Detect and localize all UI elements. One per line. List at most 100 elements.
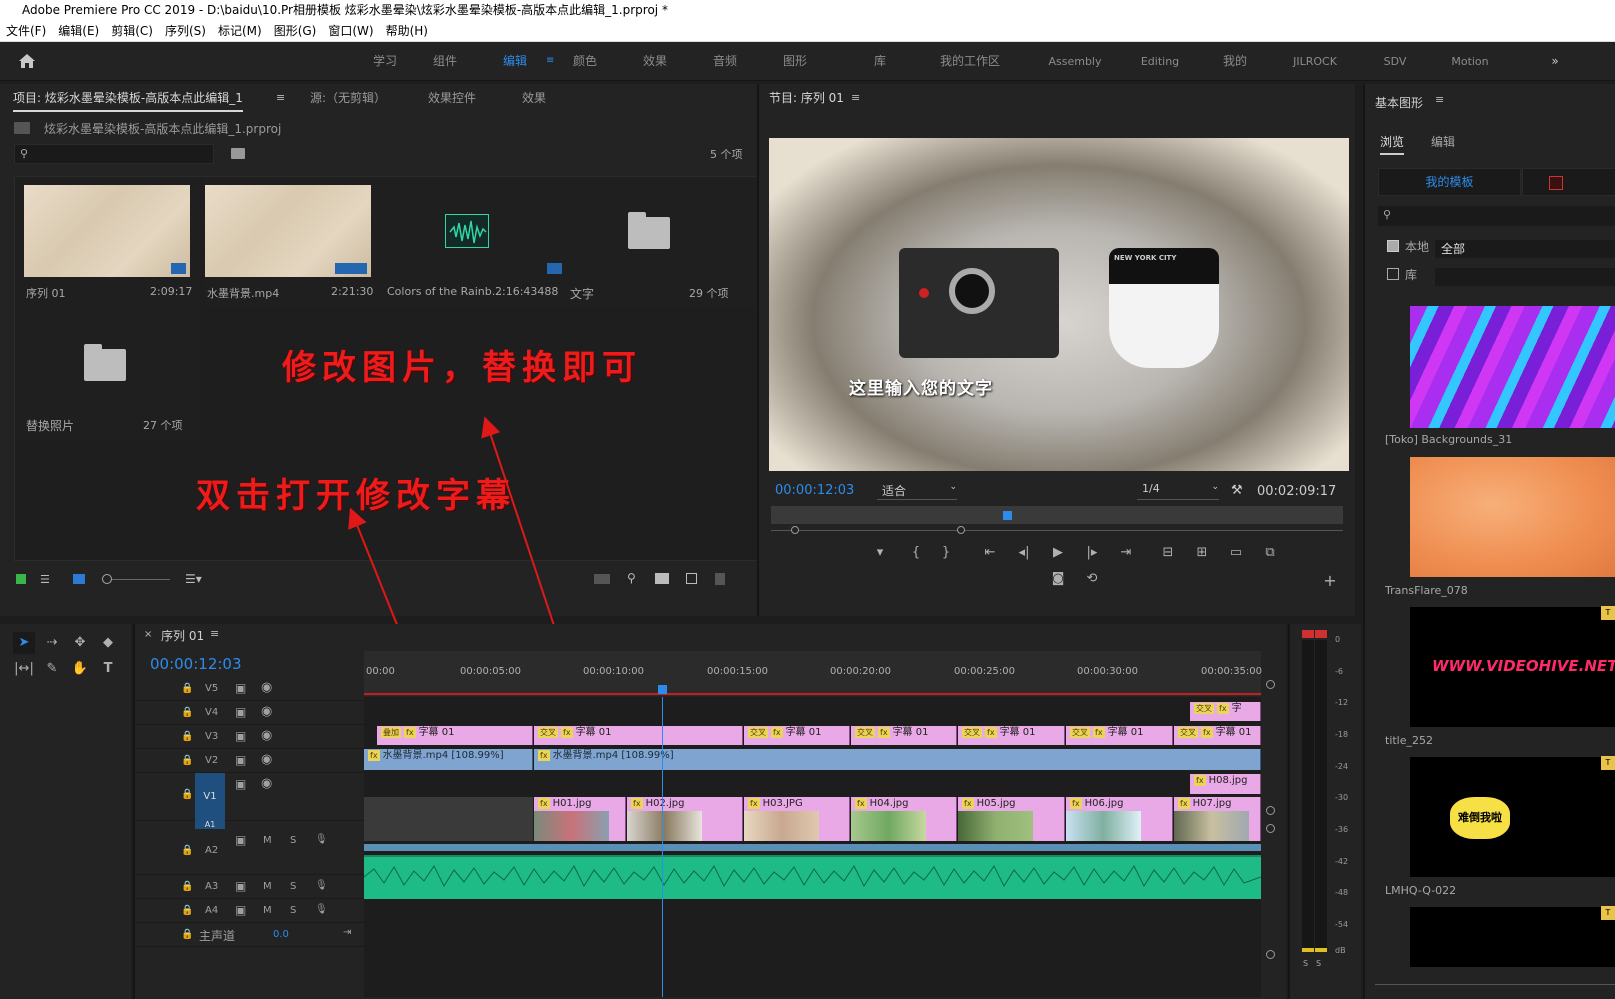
track-label[interactable]: V1 — [195, 773, 225, 821]
playhead-handle[interactable] — [658, 685, 667, 694]
track-lock-icon[interactable]: 🔒 — [181, 845, 193, 856]
hand-tool-icon[interactable]: ✋ — [69, 658, 91, 680]
playhead-marker[interactable] — [1003, 511, 1012, 520]
clear-icon[interactable] — [715, 573, 725, 585]
tab-program[interactable]: 节目: 序列 01 — [769, 84, 844, 112]
tab-browse[interactable]: 浏览 — [1380, 133, 1405, 155]
mute-button[interactable]: M — [263, 835, 272, 846]
menu-clip[interactable]: 剪辑(C) — [105, 21, 159, 41]
comparison-view-icon[interactable]: ⧉ — [1259, 542, 1281, 564]
template-thumbnail-transflare[interactable] — [1410, 457, 1615, 577]
settings-wrench-icon[interactable]: ⚒ — [1231, 483, 1243, 498]
ripple-edit-tool-icon[interactable]: ✥ — [69, 632, 91, 654]
program-timecode[interactable]: 00:00:12:03 — [775, 483, 854, 498]
clip-v4-title[interactable]: 交叉 fx 字幕 01 — [958, 726, 1065, 745]
workspace-assembly[interactable]: Assembly — [1040, 42, 1110, 81]
new-search-bin-icon[interactable] — [231, 148, 245, 159]
library-select[interactable] — [1435, 268, 1615, 286]
track-label[interactable]: A4 — [205, 905, 218, 916]
solo-button[interactable]: S — [290, 881, 296, 892]
clip-v1-photo[interactable]: fx H04.jpg — [851, 797, 957, 841]
track-lock-icon[interactable]: 🔒 — [181, 731, 193, 742]
eye-icon[interactable]: ◉ — [261, 752, 272, 767]
export-frame-camera-icon[interactable]: ◙ — [1047, 568, 1069, 590]
go-to-end-icon[interactable]: ⇥ — [343, 927, 351, 938]
toggle-output-icon[interactable]: ▣ — [235, 753, 246, 767]
clip-v4-title[interactable]: 交叉 fx 字幕 01 — [851, 726, 957, 745]
list-view-icon[interactable]: ☰ — [40, 573, 56, 586]
solo-right-button[interactable]: S — [1316, 959, 1321, 968]
toggle-output-icon[interactable]: ▣ — [235, 681, 246, 695]
clip-v1-photo[interactable]: fx H06.jpg — [1066, 797, 1173, 841]
panel-menu-icon[interactable]: ≡ — [210, 627, 219, 640]
eye-icon[interactable]: ◉ — [261, 704, 272, 719]
project-search-input[interactable]: ⚲ — [14, 144, 214, 164]
clip-v1-photo[interactable]: fx H02.jpg — [627, 797, 743, 841]
icon-view-icon[interactable] — [73, 574, 85, 584]
slip-tool-icon[interactable]: |↔| — [13, 658, 35, 680]
automate-to-sequence-icon[interactable] — [594, 574, 610, 584]
track-lock-icon[interactable]: 🔒 — [181, 929, 193, 940]
template-thumbnail-title[interactable]: WWW.VIDEOHIVE.NET — [1410, 607, 1615, 727]
clip-v1-photo[interactable]: fx H01.jpg — [534, 797, 626, 841]
lock-icon[interactable] — [16, 574, 26, 584]
toggle-output-icon[interactable]: ▣ — [235, 903, 246, 917]
workspace-graphics[interactable]: 图形 — [775, 42, 815, 81]
clip-v5[interactable]: 交叉 fx 字 — [1190, 702, 1261, 721]
mark-in-icon[interactable]: { — [905, 542, 927, 564]
track-lock-icon[interactable]: 🔒 — [181, 683, 193, 694]
bin-item-ink-bg[interactable]: 水墨背景.mp4 2:21:30 — [205, 177, 389, 307]
workspace-menu-icon[interactable]: ≡ — [546, 56, 556, 66]
menu-marker[interactable]: 标记(M) — [212, 21, 268, 41]
clip-v4-title[interactable]: 交叉 fx 字幕 01 — [1174, 726, 1261, 745]
workspace-audio[interactable]: 音频 — [705, 42, 745, 81]
bin-item-audio[interactable]: Colors of the Rainb... 2:16:43488 — [387, 177, 571, 307]
tab-source[interactable]: 源:（无剪辑） — [310, 84, 386, 112]
eye-icon[interactable]: ◉ — [261, 776, 272, 791]
workspace-motion[interactable]: Motion — [1445, 42, 1495, 81]
mute-button[interactable]: M — [263, 905, 272, 916]
sort-icon[interactable]: ☰▾ — [185, 572, 202, 586]
tab-edit[interactable]: 编辑 — [1431, 133, 1455, 150]
clip-indicator-right[interactable] — [1315, 630, 1327, 638]
track-lock-icon[interactable]: 🔒 — [181, 707, 193, 718]
clip-a1-audio[interactable] — [364, 844, 1261, 851]
workspace-edit[interactable]: 编辑 — [495, 42, 535, 81]
clip-v4-title[interactable]: 交叉 fx 字幕 01 — [744, 726, 850, 745]
workspace-mine[interactable]: 我的 — [1220, 42, 1250, 81]
track-label[interactable]: A3 — [205, 881, 218, 892]
tab-effect-controls[interactable]: 效果控件 — [428, 84, 476, 112]
track-label[interactable]: V4 — [205, 707, 218, 718]
menu-graphics[interactable]: 图形(G) — [268, 21, 323, 41]
add-marker-icon[interactable]: ▾ — [869, 542, 891, 564]
solo-button[interactable]: S — [290, 835, 296, 846]
extract-icon[interactable]: ⊞ — [1191, 542, 1213, 564]
play-icon[interactable]: ▶ — [1047, 542, 1069, 564]
add-button-icon[interactable]: + — [1319, 570, 1341, 592]
home-icon[interactable] — [18, 53, 36, 69]
type-tool-icon[interactable]: T — [97, 658, 119, 680]
workspace-overflow-icon[interactable]: » — [1545, 42, 1565, 81]
track-label[interactable]: V3 — [205, 731, 218, 742]
tracks-area[interactable]: 交叉 fx 字 叠加 fx 字幕 01 交叉 fx 字幕 01 交叉 fx 字幕 01 交叉 fx… — [363, 697, 1262, 997]
step-forward-icon[interactable]: |▸ — [1081, 542, 1103, 564]
find-icon[interactable]: ⚲ — [627, 571, 636, 585]
zoom-bar[interactable] — [771, 526, 1343, 534]
mark-out-icon[interactable]: } — [935, 542, 957, 564]
track-label-a1[interactable]: A1 — [195, 821, 225, 829]
clip-v4-title[interactable]: 交叉 fx 字幕 01 — [1066, 726, 1173, 745]
toggle-output-icon[interactable]: ▣ — [235, 705, 246, 719]
eye-icon[interactable]: ◉ — [261, 728, 272, 743]
toggle-output-icon[interactable]: ▣ — [235, 879, 246, 893]
track-label[interactable]: V5 — [205, 683, 218, 694]
voice-over-mic-icon[interactable]: 🎙 — [315, 904, 328, 915]
new-bin-icon[interactable] — [655, 573, 669, 584]
panel-menu-icon[interactable]: ≡ — [851, 91, 860, 104]
bin-item-photos-folder[interactable]: 替换照片 27 个项 — [15, 309, 199, 439]
toggle-output-icon[interactable]: ▣ — [235, 833, 246, 847]
razor-tool-icon[interactable]: ◆ — [97, 632, 119, 654]
menu-sequence[interactable]: 序列(S) — [159, 21, 212, 41]
resolution-select[interactable]: 1/4 ⌄ — [1137, 482, 1219, 500]
menu-edit[interactable]: 编辑(E) — [52, 21, 105, 41]
master-volume-value[interactable]: 0.0 — [273, 929, 289, 940]
